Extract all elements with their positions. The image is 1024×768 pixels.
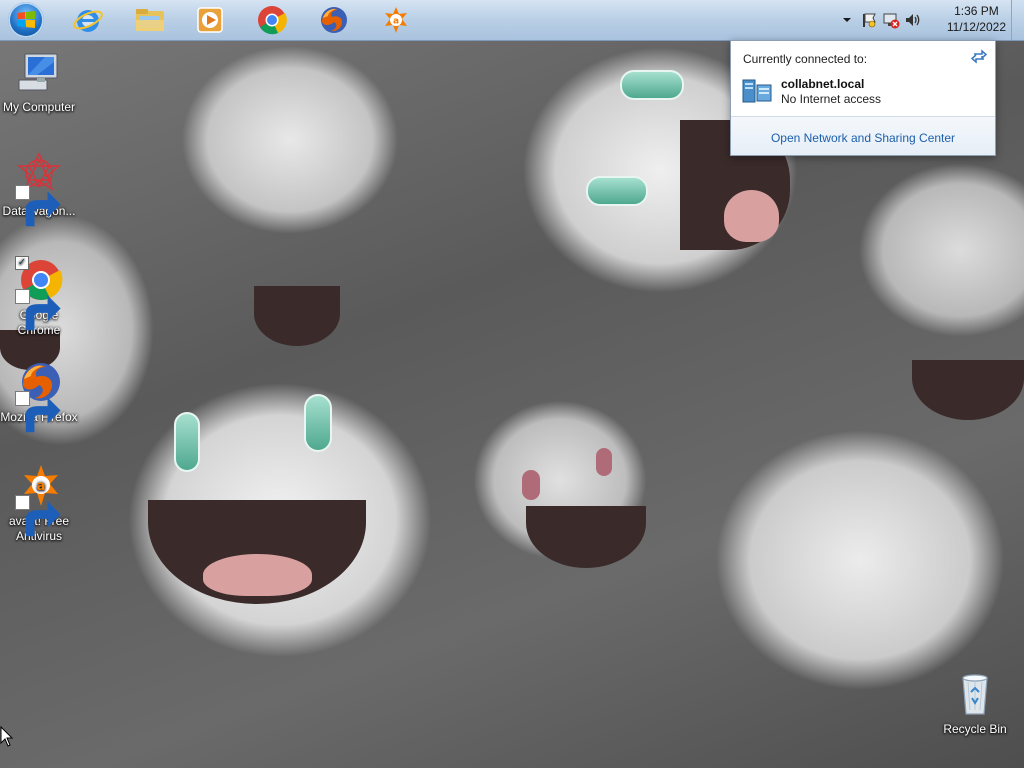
refresh-button[interactable]	[970, 48, 988, 64]
taskbar-file-explorer[interactable]	[134, 4, 166, 36]
chevron-up-icon	[843, 18, 851, 22]
taskbar-google-chrome[interactable]	[256, 4, 288, 36]
svg-text:a: a	[393, 17, 399, 27]
network-status: No Internet access	[781, 92, 882, 106]
taskbar-avast[interactable]: a	[380, 4, 412, 36]
svg-text:a: a	[37, 479, 46, 494]
desktop-icon-avast[interactable]: a avast! Free Antivirus	[0, 462, 78, 544]
windows-logo-icon	[17, 11, 35, 28]
taskbar: a 1:36 PM 11/12/2022	[0, 0, 1024, 41]
ie-icon	[73, 10, 103, 32]
show-hidden-icons-button[interactable]	[838, 11, 856, 29]
wallpaper-eye	[304, 394, 332, 452]
recycle-bin-icon	[962, 674, 988, 715]
desktop-icon-label: Recycle Bin	[943, 722, 1007, 736]
shortcut-arrow-icon	[15, 391, 61, 433]
firefox-icon	[321, 7, 347, 33]
avast-icon: a	[385, 7, 407, 33]
wallpaper-eye	[620, 70, 684, 100]
wallpaper-mouth-large	[148, 500, 366, 604]
wallpaper-eye	[174, 412, 200, 472]
desktop-icon-recycle-bin[interactable]: Recycle Bin	[936, 670, 1014, 737]
show-desktop-button[interactable]	[1011, 0, 1024, 40]
wallpaper-eye	[586, 176, 648, 206]
shortcut-arrow-icon	[15, 495, 61, 537]
taskbar-mozilla-firefox[interactable]	[318, 4, 350, 36]
wallpaper-mouth	[912, 360, 1024, 420]
network-popup-footer: Open Network and Sharing Center	[731, 116, 995, 155]
shortcut-arrow-icon	[15, 289, 61, 331]
taskbar-internet-explorer[interactable]	[72, 4, 104, 36]
network-connection-popup: Currently connected to: collabnet.local …	[730, 40, 996, 156]
open-network-sharing-center-link[interactable]: Open Network and Sharing Center	[731, 131, 995, 145]
network-name: collabnet.local	[781, 77, 865, 91]
desktop-icon-my-computer[interactable]: My Computer	[0, 48, 78, 115]
shortcut-arrow-icon	[15, 185, 61, 227]
network-tray[interactable]	[882, 11, 900, 29]
network-domain-icon	[741, 77, 773, 105]
action-center-tray[interactable]	[860, 11, 878, 29]
chrome-icon	[258, 6, 287, 35]
wallpaper-mouth	[526, 506, 646, 568]
network-warning-icon	[883, 13, 900, 29]
wallpaper-eye	[522, 470, 540, 500]
desktop-icon-mozilla-firefox[interactable]: Mozilla Firefox	[0, 358, 78, 433]
wallpaper-eye	[596, 448, 612, 476]
clock[interactable]: 1:36 PM 11/12/2022	[947, 3, 1006, 35]
action-center-flag-icon	[863, 13, 876, 28]
computer-icon	[18, 53, 58, 91]
refresh-arrows-icon	[970, 49, 988, 64]
speaker-icon	[906, 14, 920, 26]
desktop-icon-datawagon[interactable]: DataWagon...	[0, 152, 78, 227]
folder-icon	[136, 9, 164, 31]
desktop-icon-google-chrome[interactable]: ✓ Google Chrome	[0, 256, 78, 338]
clock-time: 1:36 PM	[954, 4, 999, 18]
mouse-cursor-icon	[0, 725, 14, 748]
media-player-icon	[197, 7, 223, 33]
taskbar-media-player[interactable]	[194, 4, 226, 36]
system-tray: 1:36 PM 11/12/2022	[834, 0, 1024, 40]
start-button[interactable]	[8, 2, 44, 38]
desktop-icon-label: My Computer	[2, 100, 76, 114]
network-popup-heading: Currently connected to:	[743, 52, 868, 66]
clock-date: 11/12/2022	[946, 20, 1006, 34]
selection-checkbox[interactable]: ✓	[15, 256, 29, 270]
volume-tray[interactable]	[904, 11, 922, 29]
wallpaper-mouth	[254, 286, 340, 346]
